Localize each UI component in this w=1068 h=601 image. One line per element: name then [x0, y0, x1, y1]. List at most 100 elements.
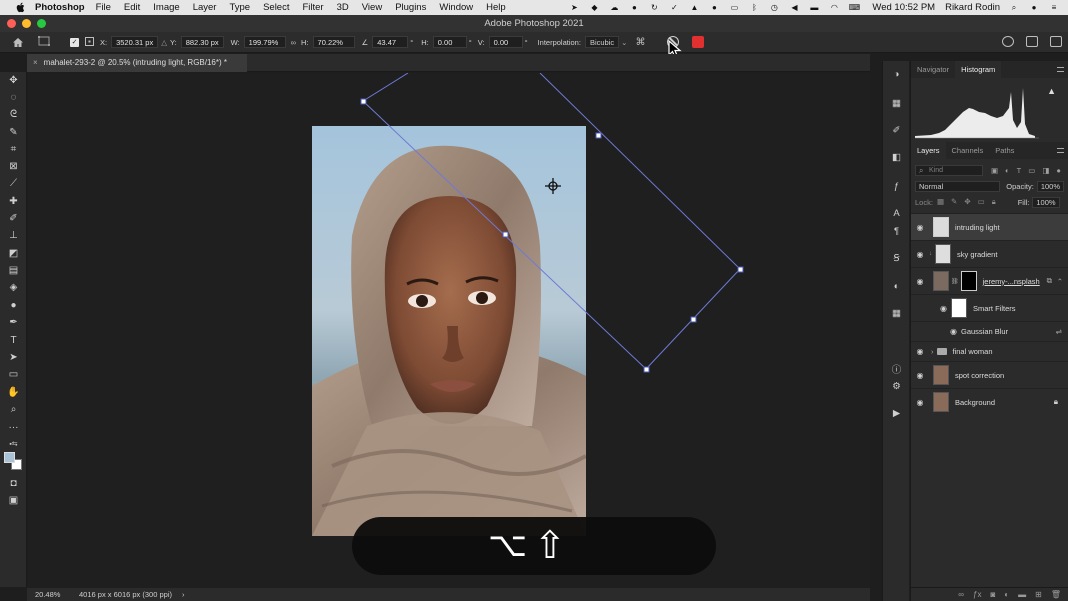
- frame-tool-icon[interactable]: ⊠: [7, 161, 20, 172]
- menu-plugins[interactable]: Plugins: [395, 2, 426, 13]
- crop-tool-icon[interactable]: ⌗: [7, 144, 20, 155]
- gradient-tool-icon[interactable]: ▤: [7, 265, 20, 276]
- layer-group-final-woman[interactable]: ◉ › final woman: [911, 341, 1068, 361]
- chevron-up-icon[interactable]: ⌃: [1057, 277, 1063, 286]
- layer-sky-gradient[interactable]: ◉ ↓ sky gradient: [911, 240, 1068, 267]
- link-layers-icon[interactable]: ∞: [958, 590, 964, 599]
- lasso-tool-icon[interactable]: ᘓ: [7, 109, 20, 120]
- record-icon[interactable]: ●: [628, 3, 640, 12]
- eye-icon[interactable]: ◉: [911, 277, 929, 286]
- apple-icon[interactable]: [13, 2, 27, 13]
- adjustments-panel-icon[interactable]: ◐: [890, 281, 903, 292]
- menu-layer[interactable]: Layer: [193, 2, 217, 13]
- hand-tool-icon[interactable]: ✋: [7, 387, 20, 398]
- gaussian-blur-row[interactable]: ◉ Gaussian Blur ⇌: [911, 321, 1068, 341]
- filter-smart-icon[interactable]: ◨: [1042, 166, 1049, 175]
- add-mask-icon[interactable]: ◙: [990, 590, 995, 599]
- layers-menu-icon[interactable]: [1057, 148, 1064, 153]
- lock-all-icon[interactable]: 🔒︎: [992, 197, 996, 207]
- lock-position-icon[interactable]: ✥: [964, 197, 970, 207]
- brushes-panel-icon[interactable]: ✐: [890, 125, 903, 136]
- reference-point-icon[interactable]: [85, 36, 94, 48]
- info-panel-icon[interactable]: ⓘ: [890, 363, 903, 376]
- y-field[interactable]: 882.30 px: [180, 36, 224, 48]
- angle-field[interactable]: 43.47: [372, 36, 409, 48]
- eye-icon[interactable]: ◉: [911, 223, 929, 232]
- dodge-tool-icon[interactable]: ●: [7, 300, 20, 311]
- eye-icon[interactable]: ◉: [911, 398, 929, 407]
- new-layer-icon[interactable]: ⊞: [1035, 590, 1042, 599]
- mic-icon[interactable]: ●: [708, 3, 720, 12]
- new-adjustment-icon[interactable]: ◐: [1004, 590, 1009, 599]
- share-icon[interactable]: [1050, 36, 1062, 47]
- lock-artboard-icon[interactable]: ▭: [978, 197, 985, 207]
- healing-brush-tool-icon[interactable]: ✚: [7, 196, 20, 207]
- hskew-field[interactable]: 0.00: [432, 36, 467, 48]
- panel-menu-icon[interactable]: [1057, 67, 1064, 72]
- screen-mode-icon[interactable]: ▣: [7, 495, 20, 506]
- character-panel-icon[interactable]: A: [890, 208, 903, 219]
- default-colors-icon[interactable]: ▪⇆: [7, 438, 20, 449]
- status-menu-arrow[interactable]: ›: [182, 588, 185, 601]
- color-panel-icon[interactable]: ◑: [890, 69, 903, 80]
- libraries-panel-icon[interactable]: ◧: [890, 152, 903, 163]
- tab-channels[interactable]: Channels: [946, 142, 990, 159]
- reference-point-crosshair[interactable]: [545, 178, 561, 194]
- fx-icon[interactable]: ƒx: [973, 590, 981, 599]
- menu-view[interactable]: View: [362, 2, 382, 13]
- home-icon[interactable]: [6, 37, 30, 48]
- rectangle-tool-icon[interactable]: ▭: [7, 369, 20, 380]
- path-select-tool-icon[interactable]: ➤: [7, 352, 20, 363]
- lock-transparent-icon[interactable]: ▦: [937, 197, 944, 207]
- layer-jeremy-nsplash[interactable]: ◉ ⛓ jeremy-...nsplash ⧉ ⌃: [911, 267, 1068, 294]
- smart-filters-row[interactable]: ◉ Smart Filters: [911, 294, 1068, 321]
- workspace-icon[interactable]: [1026, 36, 1038, 47]
- pen-tool-icon[interactable]: ✒: [7, 317, 20, 328]
- delete-layer-icon[interactable]: 🗑︎: [1051, 590, 1061, 599]
- paragraph-panel-icon[interactable]: ¶: [890, 226, 903, 237]
- menu-file[interactable]: File: [96, 2, 111, 13]
- w-field[interactable]: 199.79%: [243, 36, 286, 48]
- user-share-icon[interactable]: [1002, 36, 1014, 47]
- transform-bounding-box[interactable]: [28, 73, 870, 588]
- interpolation-select[interactable]: Bicubic: [584, 36, 620, 48]
- menu-type[interactable]: Type: [229, 2, 250, 13]
- close-window-button[interactable]: [7, 19, 16, 28]
- eye-icon[interactable]: ◉: [911, 304, 951, 313]
- type-tool-icon[interactable]: T: [7, 335, 20, 346]
- vskew-field[interactable]: 0.00: [488, 36, 523, 48]
- quick-select-tool-icon[interactable]: ✎: [7, 127, 20, 138]
- opacity-field[interactable]: 100%: [1036, 180, 1064, 192]
- brush-tool-icon[interactable]: ✐: [7, 213, 20, 224]
- eye-icon[interactable]: ◉: [911, 250, 929, 259]
- bluetooth-icon[interactable]: ᛒ: [748, 3, 760, 12]
- sync-icon[interactable]: ↻: [648, 3, 660, 12]
- menu-select[interactable]: Select: [263, 2, 289, 13]
- glyphs-panel-icon[interactable]: Ꞩ: [890, 253, 903, 264]
- location-icon[interactable]: ➤: [568, 3, 580, 12]
- check-icon[interactable]: ✓: [668, 3, 680, 12]
- tab-paths[interactable]: Paths: [989, 142, 1020, 159]
- properties-panel-icon[interactable]: ƒ: [890, 181, 903, 192]
- zoom-window-button[interactable]: [37, 19, 46, 28]
- blur-tool-icon[interactable]: ◈: [7, 282, 20, 293]
- link-icon[interactable]: ∞: [291, 38, 296, 47]
- creative-cloud-icon[interactable]: ☁: [608, 3, 620, 12]
- filter-adjustment-icon[interactable]: ◐: [1005, 166, 1010, 175]
- swatches-panel-icon[interactable]: ▦: [890, 98, 903, 109]
- layer-spot-correction[interactable]: ◉ spot correction: [911, 361, 1068, 388]
- lock-pixels-icon[interactable]: ✎: [951, 197, 957, 207]
- tab-navigator[interactable]: Navigator: [911, 61, 955, 78]
- menu-filter[interactable]: Filter: [302, 2, 323, 13]
- eye-icon[interactable]: ◉: [911, 327, 961, 336]
- layer-intruding-light[interactable]: ◉ intruding light: [911, 213, 1068, 240]
- filter-pixel-icon[interactable]: ▣: [991, 166, 998, 175]
- quick-mask-icon[interactable]: ◘: [7, 478, 20, 489]
- tab-histogram[interactable]: Histogram: [955, 61, 1002, 78]
- clone-stamp-tool-icon[interactable]: ⊥: [7, 230, 20, 241]
- menu-edit[interactable]: Edit: [124, 2, 140, 13]
- filter-options-icon[interactable]: ⇌: [1056, 327, 1062, 336]
- battery-icon[interactable]: ▬: [808, 3, 820, 12]
- menu-help[interactable]: Help: [486, 2, 506, 13]
- app-menu[interactable]: Photoshop: [35, 2, 85, 13]
